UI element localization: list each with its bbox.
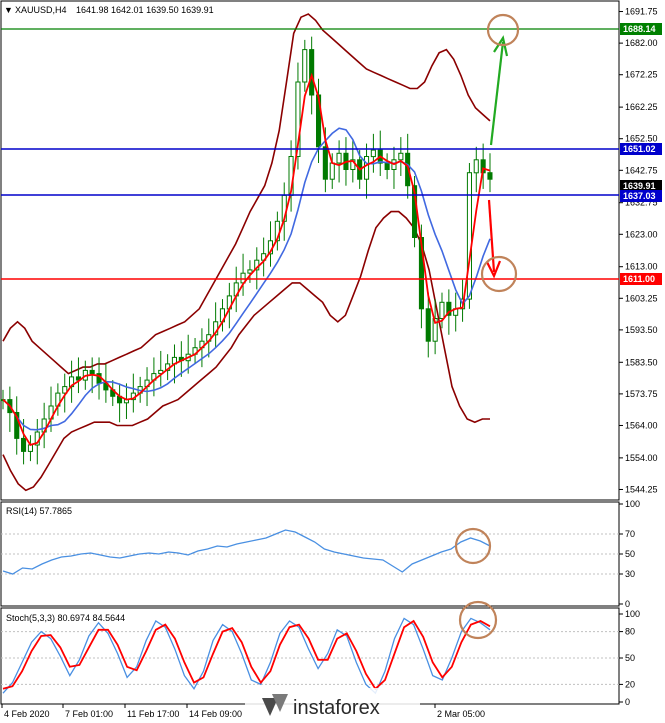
- candle-body: [370, 149, 376, 158]
- y-tick-label: 1682.00: [625, 38, 658, 48]
- y-tick-label: 1623.00: [625, 229, 658, 239]
- y-tick-label: 0: [625, 599, 630, 609]
- y-tick-label: 1583.50: [625, 357, 658, 367]
- dropdown-triangle-icon[interactable]: ▼: [4, 5, 13, 15]
- support-upper-badge-text: 1637.03: [623, 191, 656, 201]
- support-lower-badge-text: 1611.00: [623, 274, 655, 284]
- candle-body: [89, 369, 95, 375]
- candle-body: [329, 162, 335, 180]
- y-tick-label: 1613.00: [625, 262, 658, 272]
- y-tick-label: 80: [625, 627, 635, 637]
- y-tick-label: 50: [625, 549, 635, 559]
- candle-body: [439, 301, 445, 319]
- y-tick-label: 1544.25: [625, 485, 658, 495]
- y-tick-label: 1564.00: [625, 421, 658, 431]
- y-tick-label: 70: [625, 529, 635, 539]
- candle-body: [473, 159, 479, 174]
- x-tick-label: 7 Feb 01:00: [65, 709, 113, 719]
- x-tick-label: 4 Feb 2020: [4, 709, 50, 719]
- candle-body: [487, 172, 493, 180]
- candle-body: [322, 146, 328, 180]
- y-tick-label: 100: [625, 609, 640, 619]
- y-tick-label: 50: [625, 653, 635, 663]
- y-tick-label: 1593.50: [625, 325, 658, 335]
- watermark-text: instaforex: [293, 697, 380, 719]
- y-tick-label: 1652.50: [625, 134, 658, 144]
- candle-body: [309, 49, 315, 96]
- y-tick-label: 30: [625, 569, 635, 579]
- symbol-label: XAUUSD,H4: [15, 5, 67, 15]
- y-tick-label: 20: [625, 679, 635, 689]
- resistance-badge-text: 1651.02: [623, 144, 656, 154]
- ohlc-readout: 1641.98 1642.01 1639.50 1639.91: [76, 5, 214, 15]
- candle-body: [364, 156, 370, 180]
- x-tick-label: 14 Feb 09:00: [189, 709, 242, 719]
- current-price-badge-text: 1639.91: [623, 181, 656, 191]
- y-tick-label: 1642.75: [625, 165, 658, 175]
- y-tick-label: 100: [625, 499, 640, 509]
- candle-body: [384, 162, 390, 170]
- y-tick-label: 1554.00: [625, 453, 658, 463]
- candle-body: [336, 152, 342, 164]
- candle-body: [466, 172, 472, 300]
- y-tick-label: 1573.75: [625, 389, 658, 399]
- y-tick-label: 1603.25: [625, 293, 658, 303]
- y-tick-label: 0: [625, 697, 630, 707]
- target-badge-text: 1688.14: [623, 24, 656, 34]
- stoch-label: Stoch(5,3,3) 80.6974 84.5644: [6, 613, 125, 623]
- chart-canvas: ▼ XAUUSD,H4 1641.98 1642.01 1639.50 1639…: [0, 0, 665, 723]
- y-tick-label: 1672.25: [625, 70, 658, 80]
- x-tick-label: 11 Feb 17:00: [127, 709, 179, 719]
- candle-body: [302, 49, 308, 83]
- y-tick-label: 1691.75: [625, 7, 658, 17]
- y-tick-label: 1662.25: [625, 102, 658, 112]
- candle-body: [27, 444, 33, 452]
- candle-body: [398, 152, 404, 161]
- candle-body: [425, 308, 431, 342]
- candle-body: [21, 437, 27, 452]
- x-tick-label: 2 Mar 05:00: [437, 709, 485, 719]
- rsi-label: RSI(14) 57.7865: [6, 506, 72, 516]
